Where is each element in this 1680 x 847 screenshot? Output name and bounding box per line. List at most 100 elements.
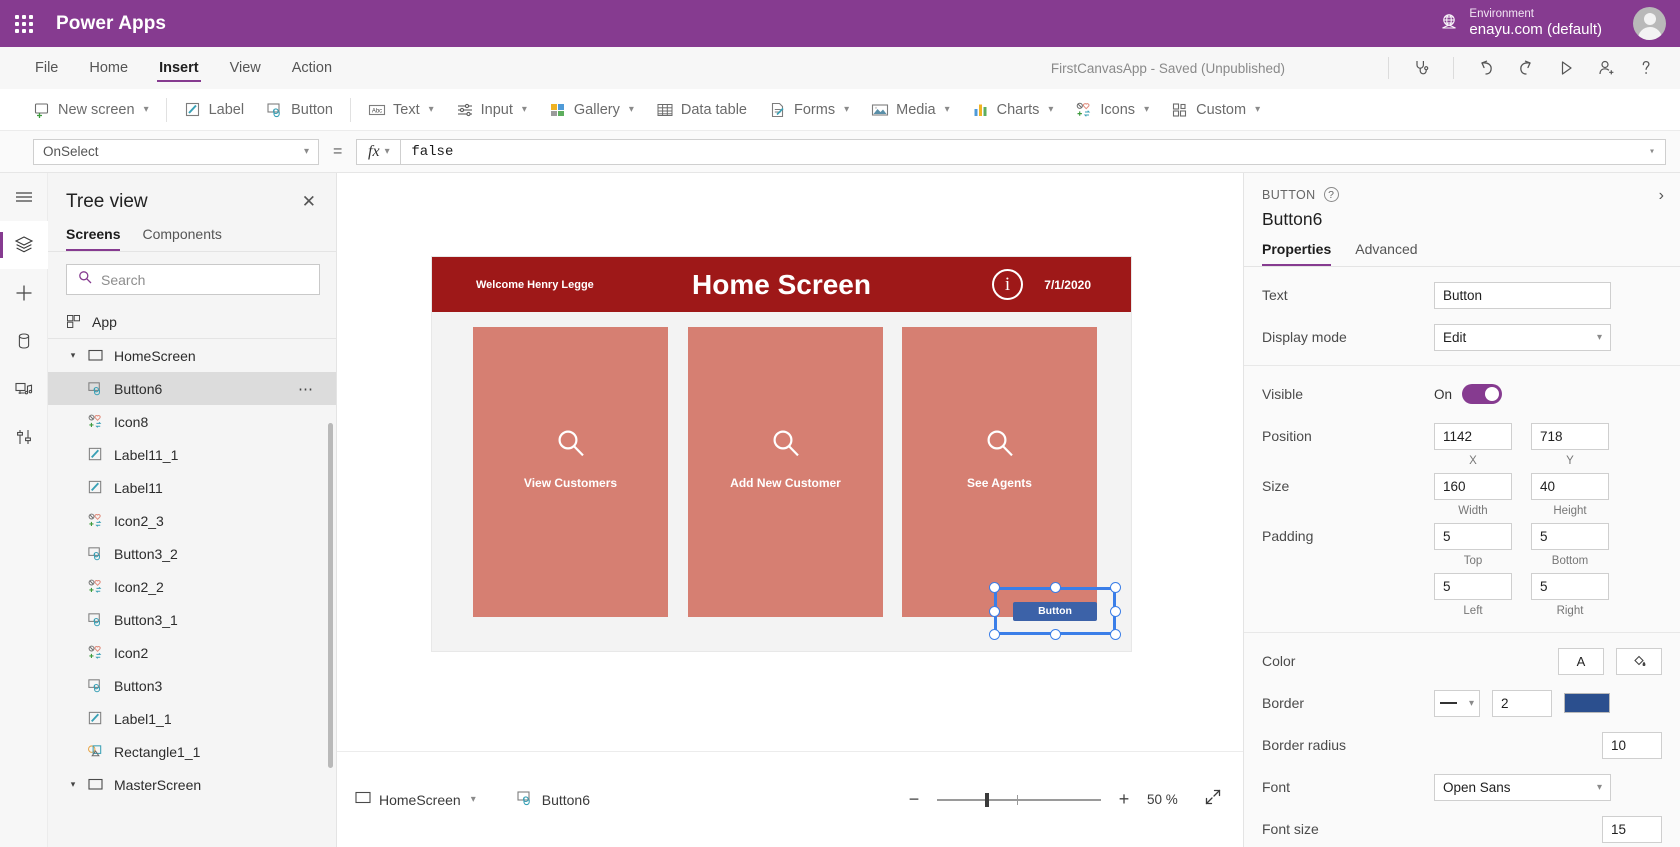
tree-item-app[interactable]: App	[48, 305, 336, 338]
ribbon-forms[interactable]: Forms ▾	[758, 89, 860, 131]
padding-right-field[interactable]: 5	[1531, 572, 1609, 600]
tree-item-label11[interactable]: Label11	[48, 471, 336, 504]
undo-icon[interactable]	[1466, 51, 1506, 85]
share-icon[interactable]	[1586, 51, 1626, 85]
tree-item-button3-2[interactable]: Button3_2	[48, 537, 336, 570]
search-input[interactable]: Search	[66, 264, 320, 295]
text-field[interactable]: Button	[1434, 281, 1611, 309]
zoom-slider[interactable]	[937, 792, 1101, 807]
tile-view-customers[interactable]: View Customers	[473, 327, 668, 617]
padding-top-field[interactable]: 5	[1434, 522, 1512, 550]
redo-icon[interactable]	[1506, 51, 1546, 85]
padding-left-field[interactable]: 5	[1434, 572, 1512, 600]
canvas-area[interactable]: Welcome Henry Legge Home Screen i 7/1/20…	[337, 173, 1243, 751]
ribbon-input[interactable]: Input ▾	[445, 89, 538, 131]
chevron-right-icon[interactable]: ›	[1659, 187, 1664, 205]
property-selector[interactable]: OnSelect ▾	[33, 138, 319, 165]
tree-item-rectangle1-1[interactable]: Rectangle1_1	[48, 735, 336, 768]
resize-handle-s[interactable]	[1049, 629, 1061, 640]
app-screen-preview[interactable]: Welcome Henry Legge Home Screen i 7/1/20…	[432, 257, 1131, 651]
tree-item-button3[interactable]: Button3	[48, 669, 336, 702]
chevron-down-icon[interactable]: ▾	[62, 350, 84, 361]
ribbon-media[interactable]: Media ▾	[860, 89, 961, 131]
breadcrumb-screen[interactable]: HomeScreen ▾	[355, 791, 476, 808]
border-color-swatch[interactable]	[1564, 693, 1610, 713]
ribbon-custom[interactable]: Custom ▾	[1160, 89, 1271, 131]
zoom-out-button[interactable]: −	[905, 789, 923, 810]
app-header-bar[interactable]: Welcome Henry Legge Home Screen i 7/1/20…	[432, 257, 1131, 312]
hamburger-menu-icon[interactable]	[0, 173, 48, 221]
data-sources-icon[interactable]	[0, 317, 48, 365]
resize-handle-w[interactable]	[989, 605, 1000, 617]
ribbon-charts[interactable]: Charts ▾	[961, 89, 1065, 131]
border-radius-field[interactable]: 10	[1602, 731, 1662, 759]
ribbon-data-table[interactable]: Data table	[645, 89, 758, 131]
zoom-in-button[interactable]: +	[1115, 789, 1133, 810]
position-x-field[interactable]: 1142	[1434, 422, 1512, 450]
ribbon-button[interactable]: Button	[255, 89, 344, 131]
help-icon[interactable]	[1626, 51, 1666, 85]
avatar[interactable]	[1633, 7, 1666, 40]
app-checker-icon[interactable]	[1401, 51, 1441, 85]
ribbon-label[interactable]: Label	[173, 89, 255, 131]
resize-handle-sw[interactable]	[989, 629, 1000, 640]
menu-item-action[interactable]: Action	[290, 47, 334, 89]
tree-item-masterscreen[interactable]: ▾ MasterScreen	[48, 768, 336, 801]
ribbon-icons[interactable]: Icons ▾	[1064, 89, 1160, 131]
padding-bottom-field[interactable]: 5	[1531, 522, 1609, 550]
menu-item-view[interactable]: View	[228, 47, 263, 89]
tree-item-homescreen[interactable]: ▾ HomeScreen	[48, 339, 336, 372]
font-select[interactable]: Open Sans ▾	[1434, 773, 1611, 801]
app-launcher-icon[interactable]	[0, 0, 48, 47]
advanced-tools-icon[interactable]	[0, 413, 48, 461]
close-icon[interactable]: ✕	[298, 189, 320, 214]
font-size-field[interactable]: 15	[1602, 815, 1662, 843]
visible-toggle[interactable]	[1462, 384, 1503, 404]
resize-handle-e[interactable]	[1110, 605, 1121, 617]
fit-to-screen-icon[interactable]	[1203, 787, 1223, 812]
fx-button[interactable]: fx ▾	[356, 138, 401, 165]
selected-button-control[interactable]: Button	[989, 582, 1121, 640]
zoom-slider-thumb[interactable]	[985, 792, 989, 807]
resize-handle-n[interactable]	[1049, 582, 1061, 593]
resize-handle-ne[interactable]	[1110, 582, 1121, 593]
tree-item-label11-1[interactable]: Label11_1	[48, 438, 336, 471]
tree-scrollbar[interactable]	[328, 423, 333, 768]
tree-item-button3-1[interactable]: Button3_1	[48, 603, 336, 636]
help-icon[interactable]: ?	[1323, 187, 1339, 202]
chevron-down-icon[interactable]: ▾	[62, 779, 84, 790]
border-width-field[interactable]: 2	[1492, 689, 1552, 717]
preview-icon[interactable]	[1546, 51, 1586, 85]
environment-picker[interactable]: Environment enayu.com (default)	[1439, 0, 1602, 47]
info-icon[interactable]: i	[992, 269, 1023, 300]
media-library-icon[interactable]	[0, 365, 48, 413]
tree-item-label1-1[interactable]: Label1_1	[48, 702, 336, 735]
size-width-field[interactable]: 160	[1434, 472, 1512, 500]
tab-properties[interactable]: Properties	[1262, 241, 1332, 266]
tree-item-icon2[interactable]: Icon2	[48, 636, 336, 669]
tree-item-icon2-2[interactable]: Icon2_2	[48, 570, 336, 603]
formula-input[interactable]: false ▾	[400, 138, 1666, 165]
position-y-field[interactable]: 718	[1531, 422, 1609, 450]
insert-plus-icon[interactable]	[0, 269, 48, 317]
text-color-button[interactable]: A	[1558, 647, 1604, 675]
border-style-select[interactable]: ▾	[1434, 689, 1480, 717]
ribbon-gallery[interactable]: Gallery ▾	[538, 89, 645, 131]
tile-add-new-customer[interactable]: Add New Customer	[688, 327, 883, 617]
resize-handle-nw[interactable]	[989, 582, 1000, 593]
chevron-down-icon[interactable]: ▾	[471, 794, 476, 805]
tree-item-icon2-3[interactable]: Icon2_3	[48, 504, 336, 537]
more-options-icon[interactable]: ⋯	[298, 380, 314, 398]
ribbon-new-screen[interactable]: New screen ▾	[22, 89, 160, 131]
chevron-down-icon[interactable]: ▾	[1649, 146, 1655, 158]
menu-item-insert[interactable]: Insert	[157, 47, 201, 89]
tab-screens[interactable]: Screens	[66, 226, 121, 251]
menu-item-file[interactable]: File	[33, 47, 60, 89]
tree-item-button6[interactable]: Button6 ⋯	[48, 372, 336, 405]
menu-item-home[interactable]: Home	[87, 47, 130, 89]
resize-handle-se[interactable]	[1110, 629, 1121, 640]
breadcrumb-control[interactable]: Button6	[516, 789, 590, 810]
size-height-field[interactable]: 40	[1531, 472, 1609, 500]
tree-view-icon[interactable]	[0, 221, 48, 269]
tab-advanced[interactable]: Advanced	[1355, 241, 1417, 266]
